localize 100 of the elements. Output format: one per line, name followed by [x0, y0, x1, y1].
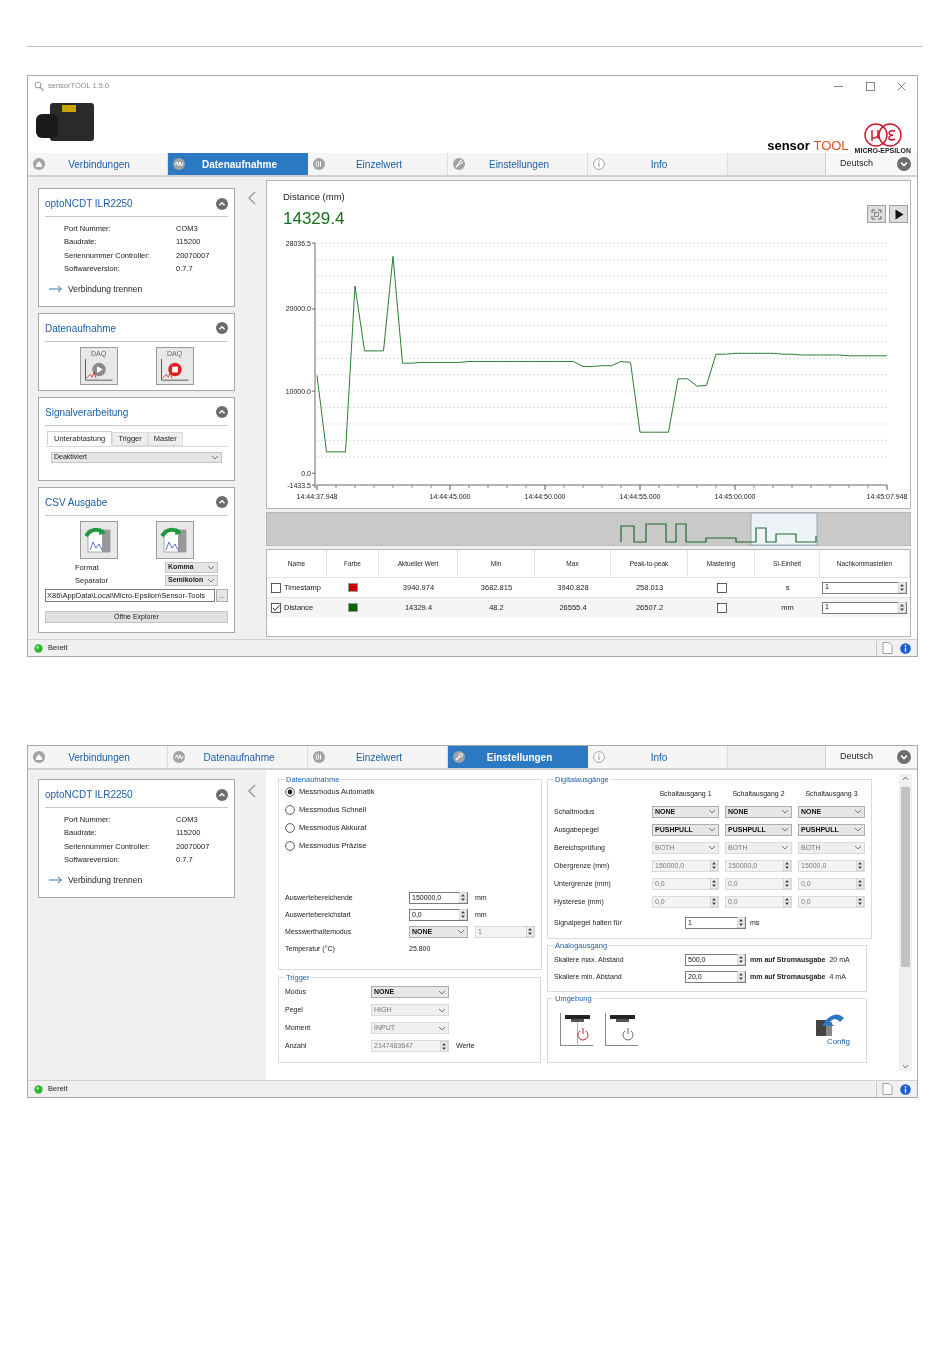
overview-navigator[interactable]: [266, 512, 911, 546]
language-dropdown[interactable]: Deutsch: [825, 746, 917, 768]
current-value: 14329.4: [283, 208, 345, 230]
radio-button[interactable]: [285, 786, 295, 797]
collapse-icon[interactable]: [216, 197, 228, 210]
caret-icon: [781, 826, 789, 834]
spinner-icon: [459, 892, 467, 904]
status-led-icon: [34, 1084, 43, 1094]
caret-icon: [708, 808, 716, 816]
spinner-icon: [440, 1040, 448, 1052]
spinner-icon: [710, 896, 718, 908]
logo-icon: [862, 123, 903, 147]
caret-icon: [781, 844, 789, 852]
app-icon: [34, 81, 44, 91]
spinner-icon: [783, 896, 791, 908]
tab[interactable]: Info: [588, 746, 728, 768]
digits-icon: [313, 158, 325, 170]
tab[interactable]: Verbindungen: [28, 746, 168, 768]
collapse-icon[interactable]: [216, 406, 228, 419]
arrow-right-icon: [49, 285, 63, 294]
fullscreen-icon: [871, 208, 882, 220]
panel-title: Signalverarbeitung: [45, 405, 129, 420]
scroll-up-icon[interactable]: [902, 776, 909, 781]
wrench-icon: [453, 158, 465, 170]
checkbox[interactable]: [716, 602, 727, 613]
tab[interactable]: Datenaufnahme: [168, 746, 308, 768]
spinner-icon: [526, 926, 534, 938]
panel-title: optoNCDT ILR2250: [45, 788, 133, 802]
tab[interactable]: Einzelwert: [308, 153, 448, 175]
collapse-icon[interactable]: [216, 322, 228, 335]
spinner-icon: [737, 954, 745, 966]
spinner-icon: [783, 878, 791, 890]
caret-icon: [438, 988, 446, 996]
radio-button[interactable]: [285, 804, 295, 815]
waveform-icon: [173, 751, 185, 763]
document-icon[interactable]: [882, 1083, 893, 1095]
checkbox[interactable]: [716, 582, 727, 593]
caret-icon: [781, 808, 789, 816]
info-icon[interactable]: [900, 1083, 911, 1095]
play-button[interactable]: [889, 205, 908, 223]
spinner-icon: [783, 860, 791, 872]
radio-button[interactable]: [285, 822, 295, 833]
wrench-icon: [453, 751, 465, 763]
spinner-icon: [898, 602, 906, 613]
spinner-icon: [856, 896, 864, 908]
spinner-icon: [856, 860, 864, 872]
info-icon: [593, 158, 605, 170]
document-icon[interactable]: [882, 642, 893, 654]
scroll-down-icon[interactable]: [902, 1064, 909, 1069]
waveform-icon: [173, 158, 185, 170]
scrollbar[interactable]: [899, 774, 912, 1071]
color-swatch[interactable]: [348, 603, 358, 612]
laser-off-button[interactable]: [605, 1013, 638, 1047]
spinner-icon: [710, 878, 718, 890]
collapse-icon[interactable]: [216, 788, 228, 801]
caret-icon: [211, 453, 219, 461]
tab[interactable]: Einstellungen: [448, 153, 588, 175]
spinner-icon: [737, 917, 745, 929]
scrollbar-thumb[interactable]: [901, 786, 910, 967]
chevron-down-icon: [897, 157, 911, 171]
arrow-right-icon: [49, 876, 63, 885]
tab[interactable]: Einstellungen: [448, 746, 588, 768]
spinner-icon: [459, 909, 467, 921]
export-file-button[interactable]: [155, 520, 194, 559]
info-icon[interactable]: [900, 642, 911, 654]
export-chart-button[interactable]: [79, 520, 118, 559]
logo-text: sensor TOOL: [767, 139, 849, 152]
laser-on-button[interactable]: [560, 1013, 593, 1047]
caret-icon: [854, 844, 862, 852]
panel-title: Datenaufnahme: [45, 321, 117, 336]
color-swatch[interactable]: [348, 583, 358, 592]
spinner-icon: [898, 582, 906, 593]
tab[interactable]: Datenaufnahme: [168, 153, 308, 175]
collapse-icon[interactable]: [216, 496, 228, 509]
chart-title: Distance (mm): [283, 190, 345, 204]
spinner-icon: [856, 878, 864, 890]
caret-icon: [854, 826, 862, 834]
checkbox[interactable]: [271, 602, 281, 613]
tab[interactable]: Verbindungen: [28, 153, 168, 175]
info-icon: [593, 751, 605, 763]
disconnect-link[interactable]: Verbindung trennen: [49, 874, 143, 887]
play-icon: [893, 208, 904, 220]
maximize-icon[interactable]: [866, 81, 875, 91]
panel-title: CSV Ausgabe: [45, 495, 108, 510]
status-led-icon: [34, 643, 43, 653]
disconnect-link[interactable]: Verbindung trennen: [49, 283, 143, 296]
caret-icon: [457, 928, 465, 936]
caret-icon: [438, 1024, 446, 1032]
home-icon: [33, 751, 45, 763]
radio-button[interactable]: [285, 840, 295, 851]
caret-icon: [854, 808, 862, 816]
checkbox[interactable]: [271, 582, 281, 593]
tab[interactable]: Info: [588, 153, 728, 175]
tab[interactable]: Einzelwert: [308, 746, 448, 768]
caret-icon: [708, 844, 716, 852]
panel-title: optoNCDT ILR2250: [45, 197, 133, 211]
spinner-icon: [710, 860, 718, 872]
chevron-down-icon: [897, 750, 911, 764]
close-icon[interactable]: [897, 81, 906, 91]
language-dropdown[interactable]: Deutsch: [825, 153, 917, 175]
